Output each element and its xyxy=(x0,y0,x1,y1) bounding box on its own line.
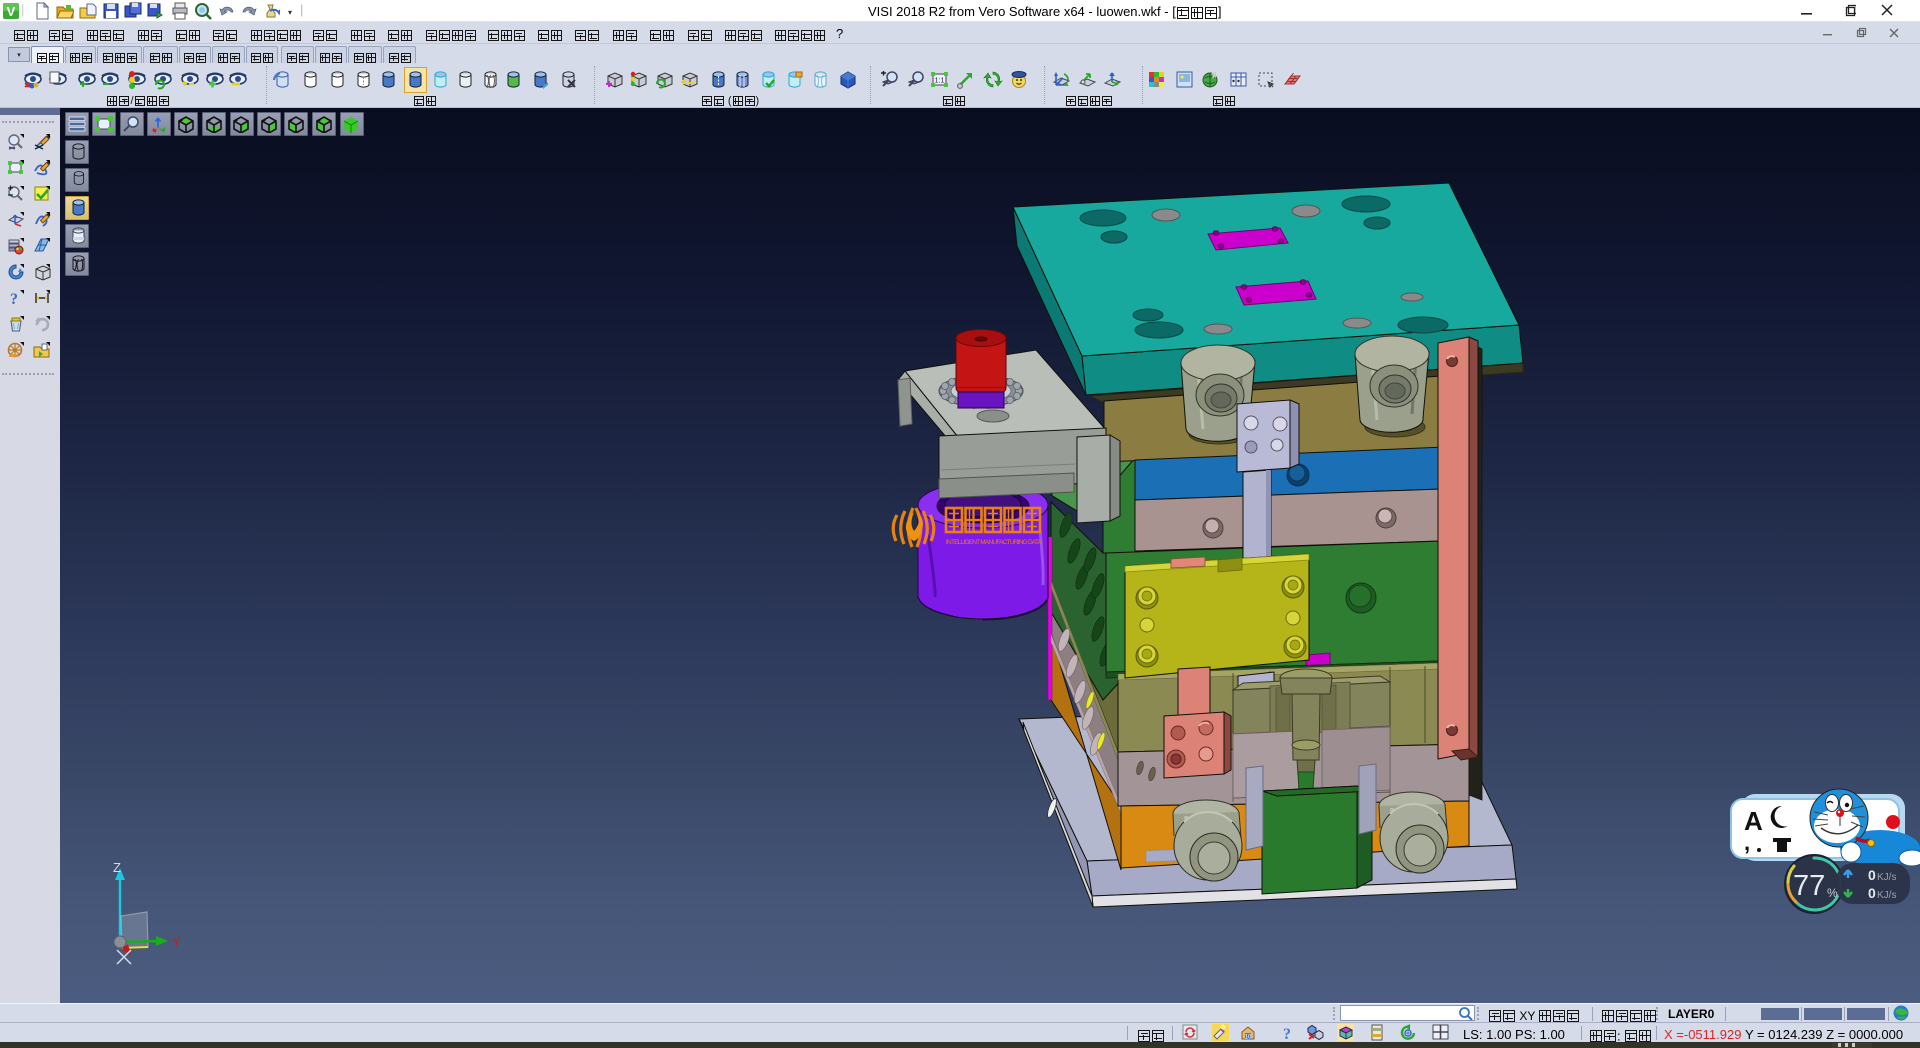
svg-text:10: 10 xyxy=(1245,1035,1252,1041)
svg-text:0: 0 xyxy=(1868,885,1876,901)
svg-text:KJ/s: KJ/s xyxy=(1877,872,1896,883)
svg-text:1:1: 1:1 xyxy=(935,78,945,85)
svg-text:77: 77 xyxy=(1793,870,1825,902)
svg-text:?: ? xyxy=(1283,1026,1291,1041)
svg-text:KJ/s: KJ/s xyxy=(1877,890,1896,901)
svg-text:0: 0 xyxy=(1868,867,1876,883)
svg-text:V: V xyxy=(7,4,16,19)
svg-text:?: ? xyxy=(10,291,18,307)
svg-text:,: , xyxy=(1744,830,1750,855)
